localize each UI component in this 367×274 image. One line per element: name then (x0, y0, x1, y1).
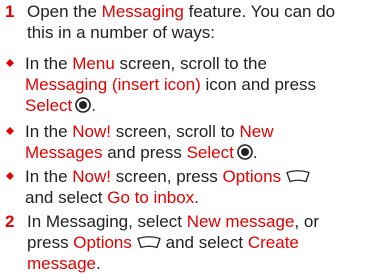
step-1-line-1: Open the Messaging feature. You can do (27, 2, 336, 21)
diamond-bullet-icon (6, 59, 14, 67)
step-2-text: In Messaging, select New message, or pre… (27, 212, 319, 273)
instructions-page: 1 Open the Messaging feature. You can do… (0, 0, 367, 273)
select-button-icon (75, 97, 92, 113)
step-1-line-2: this in a number of ways: (27, 23, 216, 42)
step-number: 1 (5, 2, 15, 21)
diamond-bullet-icon (6, 172, 14, 180)
messaging-feature-link: Messaging (101, 2, 184, 21)
options-softkey-icon (286, 167, 310, 183)
step-1-text: Open the Messaging feature. You can do t… (27, 1, 363, 43)
diamond-bullet-icon (6, 127, 14, 135)
options-softkey-icon (137, 233, 161, 249)
select-button-icon (237, 144, 253, 160)
step-number: 2 (5, 212, 15, 231)
